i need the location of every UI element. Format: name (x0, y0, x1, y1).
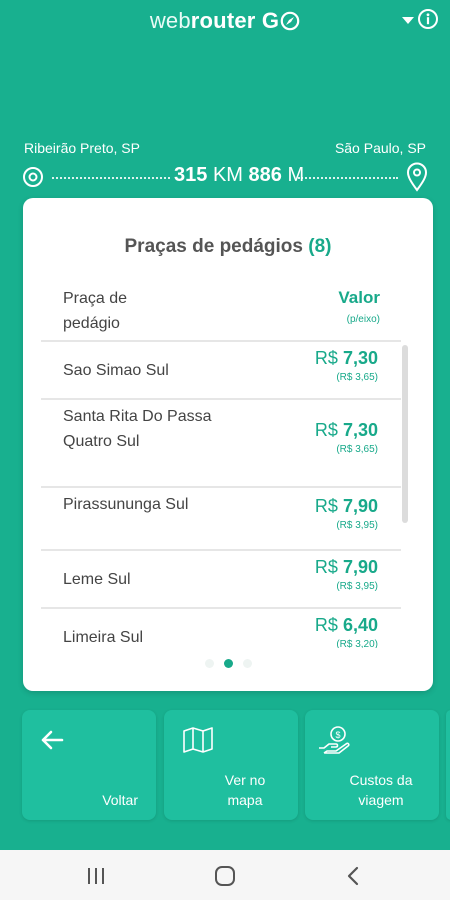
route-dotted-line-left (52, 177, 170, 179)
list-item: Leme Sul R$ 7,90 (R$ 3,95) (41, 549, 401, 607)
list-scrollbar[interactable] (402, 345, 408, 523)
tolls-count: (8) (308, 236, 332, 257)
app-screen: webrouter G Ribeirão Preto, SP São Paulo… (0, 0, 450, 850)
money-hand-icon: $ (317, 724, 351, 761)
app-header: webrouter G (0, 0, 450, 44)
trip-costs-button[interactable]: $ Custos da viagem (305, 710, 439, 820)
app-logo: webrouter G (0, 8, 450, 34)
info-icon[interactable] (417, 8, 439, 35)
route-distance: 315 KM 886 M (174, 164, 305, 186)
tolls-list[interactable]: Sao Simao Sul R$ 7,30 (R$ 3,65) Santa Ri… (41, 340, 401, 648)
page-dot[interactable] (242, 659, 252, 668)
column-header-value: Valor (p/eixo) (338, 288, 380, 325)
list-item: Santa Rita Do Passa Quatro Sul R$ 7,30 (… (41, 398, 401, 486)
more-actions-tile[interactable] (446, 710, 450, 820)
nav-back-icon[interactable] (346, 866, 360, 891)
tolls-card: Praças de pedágios (8) Praça de pedágio … (23, 198, 433, 691)
caret-down-icon[interactable] (402, 12, 414, 30)
back-button-label: Voltar (102, 792, 138, 808)
list-item: Sao Simao Sul R$ 7,30 (R$ 3,65) (41, 340, 401, 398)
system-nav-bar (0, 850, 450, 900)
view-map-label: Ver no mapa (224, 772, 266, 808)
svg-text:$: $ (335, 730, 340, 740)
recent-apps-icon[interactable] (86, 866, 106, 891)
map-icon (182, 726, 214, 759)
trip-costs-label: Custos da viagem (349, 772, 413, 808)
destination-pin-icon (406, 162, 428, 197)
route-dotted-line-right (298, 177, 398, 179)
back-button[interactable]: Voltar (22, 710, 156, 820)
origin-target-icon (22, 166, 44, 193)
page-dot[interactable] (204, 659, 214, 668)
card-title: Praças de pedágios (8) (124, 236, 332, 257)
list-item: Limeira Sul R$ 6,40 (R$ 3,20) (41, 607, 401, 648)
page-indicator (23, 655, 433, 673)
route-distance-bar: 315 KM 886 M (20, 162, 430, 192)
column-header-name: Praça de pedágio (63, 290, 128, 332)
route-destination: São Paulo, SP (334, 140, 426, 156)
page-dot-active[interactable] (223, 659, 233, 668)
route-endpoints: Ribeirão Preto, SP São Paulo, SP (24, 140, 426, 160)
home-icon[interactable] (214, 865, 236, 892)
view-map-button[interactable]: Ver no mapa (164, 710, 298, 820)
arrow-left-icon (40, 730, 64, 755)
list-item: Pirassununga Sul R$ 7,90 (R$ 3,95) (41, 486, 401, 549)
route-origin: Ribeirão Preto, SP (24, 140, 140, 156)
compass-icon (280, 11, 300, 31)
